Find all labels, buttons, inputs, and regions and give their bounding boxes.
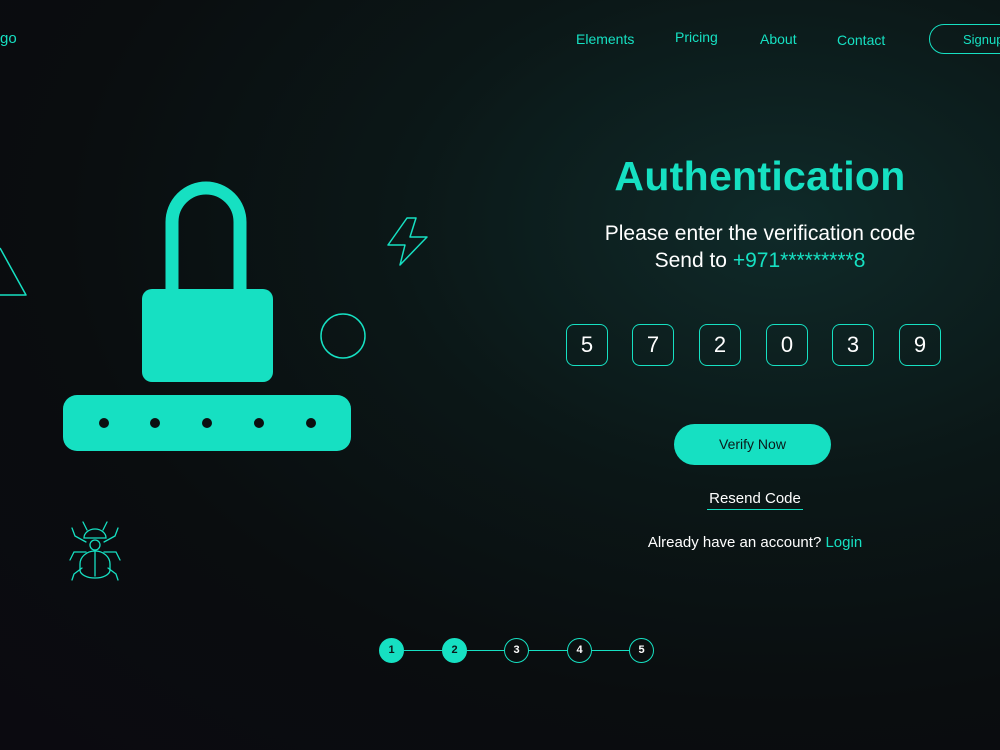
send-to-label: Send to: [654, 249, 727, 272]
signup-button[interactable]: Signup: [929, 24, 1000, 54]
nav-link-about[interactable]: About: [760, 31, 797, 47]
nav-link-pricing[interactable]: Pricing: [675, 29, 718, 45]
phone-number: +971*********8: [732, 249, 866, 272]
security-illustration: [0, 181, 428, 581]
bug-icon: [69, 521, 121, 581]
code-digit-1[interactable]: 5: [566, 324, 608, 366]
padlock-icon: [142, 181, 273, 382]
send-to-line: Send to +971*********8: [560, 249, 960, 273]
resend-code-link[interactable]: Resend Code: [707, 490, 803, 510]
password-dots-icon: [63, 395, 351, 451]
code-digit-3[interactable]: 2: [699, 324, 741, 366]
code-digit-4[interactable]: 0: [766, 324, 808, 366]
subtitle: Please enter the verification code: [604, 222, 916, 245]
step-1[interactable]: 1: [379, 638, 404, 663]
nav-link-contact[interactable]: Contact: [837, 32, 885, 48]
triangle-shape: [0, 247, 27, 296]
code-digit-2[interactable]: 7: [632, 324, 674, 366]
page-title: Authentication: [614, 153, 906, 199]
lightning-icon: [387, 217, 428, 266]
step-2[interactable]: 2: [442, 638, 467, 663]
code-digit-5[interactable]: 3: [832, 324, 874, 366]
circle-shape: [320, 313, 366, 359]
resend-code-row: Resend Code: [560, 490, 950, 510]
step-5[interactable]: 5: [629, 638, 654, 663]
account-prompt: Already have an account? Login: [560, 534, 950, 551]
verify-button[interactable]: Verify Now: [674, 424, 831, 465]
login-link[interactable]: Login: [825, 534, 862, 551]
nav-link-elements[interactable]: Elements: [576, 31, 634, 47]
step-3[interactable]: 3: [504, 638, 529, 663]
account-text: Already have an account?: [647, 534, 822, 551]
step-4[interactable]: 4: [567, 638, 592, 663]
code-digit-6[interactable]: 9: [899, 324, 941, 366]
